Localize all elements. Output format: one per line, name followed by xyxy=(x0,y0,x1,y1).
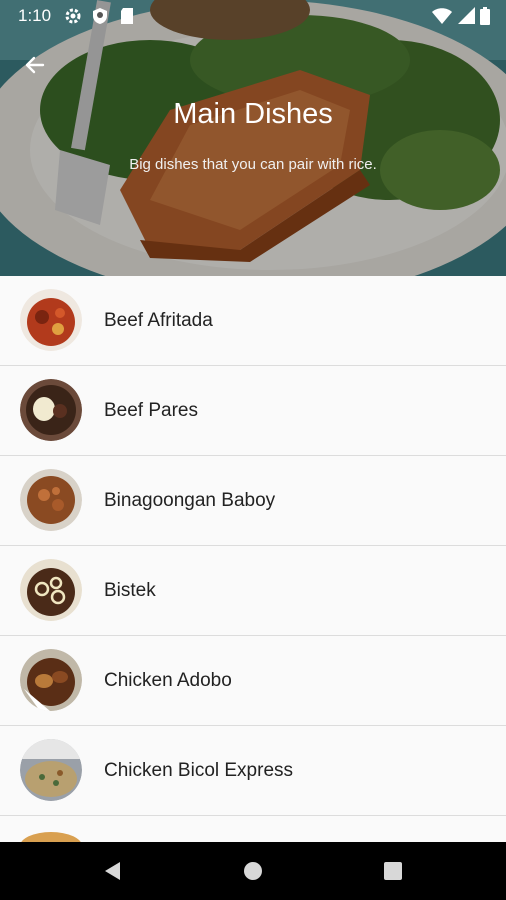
cell-signal-icon xyxy=(458,7,475,24)
back-button[interactable] xyxy=(18,48,52,82)
nav-back-button[interactable] xyxy=(98,856,128,886)
sd-card-icon xyxy=(121,8,133,24)
main-dishes-screen: 1:10 Main Dishes Big dishes that you can… xyxy=(0,0,506,900)
dish-item-chicken-adobo[interactable]: Chicken Adobo xyxy=(0,636,506,726)
dish-thumbnail xyxy=(20,469,82,531)
dish-item-binagoongan-baboy[interactable]: Binagoongan Baboy xyxy=(0,456,506,546)
dish-item-bistek[interactable]: Bistek xyxy=(0,546,506,636)
dish-item-chicken-bicol-express[interactable]: Chicken Bicol Express xyxy=(0,726,506,816)
dish-name: Bistek xyxy=(104,580,156,601)
dish-item-beef-pares[interactable]: Beef Pares xyxy=(0,366,506,456)
settings-gear-icon xyxy=(65,8,81,24)
nav-home-button[interactable] xyxy=(238,856,268,886)
square-recents-icon xyxy=(384,862,402,880)
status-time: 1:10 xyxy=(18,6,52,25)
page-subtitle: Big dishes that you can pair with rice. xyxy=(129,156,377,173)
dish-thumbnail xyxy=(20,289,82,351)
dish-name: Binagoongan Baboy xyxy=(104,490,276,511)
header-image: 1:10 Main Dishes Big dishes that you can… xyxy=(0,0,506,276)
dish-name: Beef Afritada xyxy=(104,310,213,331)
battery-icon xyxy=(480,7,490,25)
dish-thumbnail xyxy=(20,649,82,711)
navigation-bar xyxy=(0,842,506,900)
header-overlay xyxy=(0,0,506,276)
dish-thumbnail xyxy=(20,739,82,801)
status-bar: 1:10 xyxy=(0,0,506,32)
dish-name: Chicken Bicol Express xyxy=(104,760,294,781)
circle-home-icon xyxy=(244,862,262,880)
dish-thumbnail xyxy=(20,559,82,621)
arrow-left-icon xyxy=(25,56,45,74)
dish-name: Beef Pares xyxy=(104,400,198,421)
shield-icon xyxy=(93,8,107,24)
dish-item-beef-afritada[interactable]: Beef Afritada xyxy=(0,276,506,366)
wifi-icon xyxy=(432,8,452,24)
triangle-back-icon xyxy=(105,862,120,880)
nav-recents-button[interactable] xyxy=(378,856,408,886)
dish-thumbnail xyxy=(20,379,82,441)
dish-list: Beef Afritada Beef Pares Binagoongan Bab… xyxy=(0,276,506,846)
page-title: Main Dishes xyxy=(173,98,333,130)
dish-name: Chicken Adobo xyxy=(104,670,232,691)
